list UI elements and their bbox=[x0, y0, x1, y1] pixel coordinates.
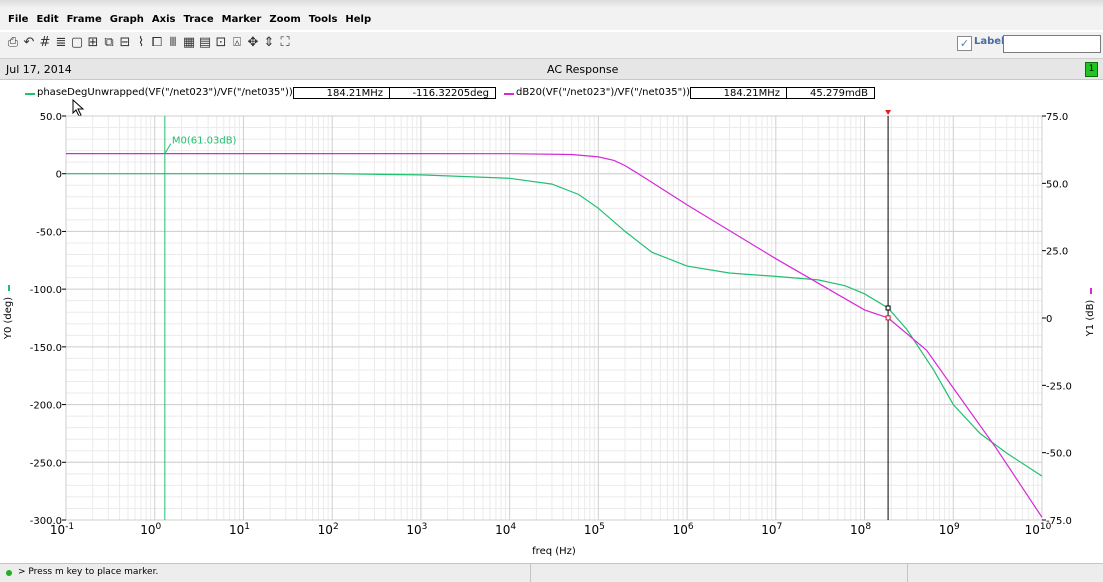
menu-tools[interactable]: Tools bbox=[305, 14, 342, 25]
y-left-tick-label: -50.0 bbox=[36, 227, 62, 238]
legend-swatch-db bbox=[504, 93, 514, 95]
menu-file[interactable]: File bbox=[4, 14, 32, 25]
menu-trace[interactable]: Trace bbox=[180, 14, 218, 25]
date-text: Jul 17, 2014 bbox=[6, 63, 72, 76]
cursor-point bbox=[885, 315, 891, 321]
legend-freq-db: 184.21MHz bbox=[690, 87, 787, 99]
x-tick-label: 100 bbox=[140, 522, 161, 537]
y-left-tick-label: -100.0 bbox=[30, 285, 62, 296]
x-tick-label: 101 bbox=[229, 522, 250, 537]
legend-value-phase: -116.32205deg bbox=[389, 87, 496, 99]
x-axis-label: freq (Hz) bbox=[532, 546, 576, 557]
y-right-tick-label: -50.0 bbox=[1046, 449, 1072, 460]
y-right-tick-label: -75.0 bbox=[1046, 516, 1072, 527]
table-icon[interactable]: ▤ bbox=[198, 36, 212, 50]
crosshair-icon[interactable]: ✥ bbox=[246, 36, 260, 50]
cursor-handle-icon bbox=[885, 110, 892, 115]
legend-label-db[interactable]: dB20(VF("/net023")/VF("/net035")) bbox=[516, 87, 690, 98]
zoom-fit-icon[interactable]: ⊞ bbox=[86, 36, 100, 50]
trace-icon[interactable]: ⌇ bbox=[134, 36, 148, 50]
fit-icon[interactable]: ⛶ bbox=[278, 36, 292, 50]
toolbar: ⎙ ↶ # ≣ ▢ ⊞ ⧉ ⊟ ⌇ ⧠ 𝍫 ▦ ▤ ⊡ ⍓ ✥ ⇕ ⛶ ✓ Label bbox=[0, 32, 1103, 59]
paste-icon[interactable]: ⊟ bbox=[118, 36, 132, 50]
menu-help[interactable]: Help bbox=[341, 14, 375, 25]
status-message: > Press m key to place marker. bbox=[18, 567, 159, 577]
title-strip bbox=[0, 0, 1103, 8]
box-icon[interactable]: ▢ bbox=[70, 36, 84, 50]
status-dot-icon bbox=[6, 570, 12, 576]
menu-frame[interactable]: Frame bbox=[63, 14, 106, 25]
menu-axis[interactable]: Axis bbox=[148, 14, 180, 25]
ac-response-chart[interactable]: 10-1 100 101 102 103 104 105 106 107 108 109 101050… bbox=[0, 104, 1103, 563]
strips-icon[interactable]: ≣ bbox=[54, 36, 68, 50]
print-icon[interactable]: ⎙ bbox=[6, 36, 20, 50]
x-tick-label: 102 bbox=[318, 522, 339, 537]
menu-zoom[interactable]: Zoom bbox=[265, 14, 304, 25]
info-bar: Jul 17, 2014 AC Response 1 bbox=[0, 59, 1103, 80]
y-left-tick-label: 0 bbox=[56, 170, 62, 181]
y-left-tick-label: -200.0 bbox=[30, 401, 62, 412]
x-tick-label: 107 bbox=[761, 522, 782, 537]
label-checkbox[interactable]: ✓ bbox=[957, 36, 972, 51]
y-left-tick-label: -150.0 bbox=[30, 343, 62, 354]
plot-area bbox=[65, 115, 1043, 521]
y-right-axis-label: Y1 (dB) bbox=[1085, 300, 1096, 338]
legend-value-db: 45.279mdB bbox=[786, 87, 875, 99]
y-left-axis-label: Y0 (deg) bbox=[3, 297, 14, 340]
x-tick-label: 103 bbox=[406, 522, 427, 537]
subwin-icon[interactable]: ⧠ bbox=[150, 36, 164, 50]
label-checkbox-text: Label bbox=[974, 36, 1005, 47]
cursor-point bbox=[885, 305, 891, 311]
y-right-tick-label: 50.0 bbox=[1046, 179, 1068, 190]
y-left-tick-label: -300.0 bbox=[30, 516, 62, 527]
marker-icon[interactable]: ⍓ bbox=[230, 36, 244, 50]
label-input[interactable] bbox=[1003, 35, 1101, 53]
delta-icon[interactable]: ⇕ bbox=[262, 36, 276, 50]
menu-items: File Edit Frame Graph Axis Trace Marker Zoom Too… bbox=[4, 14, 375, 25]
x-tick-label: 104 bbox=[495, 522, 516, 537]
calc-icon[interactable]: ⊡ bbox=[214, 36, 228, 50]
legend-label-phase[interactable]: phaseDegUnwrapped(VF("/net023")/VF("/net… bbox=[37, 87, 293, 98]
x-tick-label: 108 bbox=[850, 522, 871, 537]
menu-bar: File Edit Frame Graph Axis Trace Marker Zoom Too… bbox=[0, 0, 1103, 30]
menu-edit[interactable]: Edit bbox=[32, 14, 62, 25]
copy-icon[interactable]: ⧉ bbox=[102, 36, 116, 50]
undo-icon[interactable]: ↶ bbox=[22, 36, 36, 50]
legend-freq-phase: 184.21MHz bbox=[293, 87, 390, 99]
grid-icon[interactable]: # bbox=[38, 36, 52, 50]
menu-marker[interactable]: Marker bbox=[218, 14, 266, 25]
status-separator bbox=[907, 564, 908, 582]
y-left-tick-label: 50.0 bbox=[40, 112, 62, 123]
x-tick-label: 105 bbox=[584, 522, 605, 537]
y-right-tick-label: 75.0 bbox=[1046, 112, 1068, 123]
x-tick-label: 109 bbox=[939, 522, 960, 537]
axis-icon[interactable]: 𝍫 bbox=[166, 36, 180, 50]
status-bar: > Press m key to place marker. bbox=[0, 563, 1103, 582]
x-tick-label: 106 bbox=[673, 522, 694, 537]
legend: phaseDegUnwrapped(VF("/net023")/VF("/net… bbox=[0, 86, 1103, 102]
y-right-tick-label: -25.0 bbox=[1046, 381, 1072, 392]
y-right-tick-label: 25.0 bbox=[1046, 247, 1068, 258]
status-badge[interactable]: 1 bbox=[1085, 62, 1098, 77]
y-left-tick-label: -250.0 bbox=[30, 458, 62, 469]
chart-icon[interactable]: ▦ bbox=[182, 36, 196, 50]
status-separator bbox=[530, 564, 531, 582]
marker-label: M0(61.03dB) bbox=[172, 136, 237, 147]
y-right-tick-label: 0 bbox=[1046, 314, 1052, 325]
plot-title: AC Response bbox=[547, 63, 619, 76]
menu-graph[interactable]: Graph bbox=[106, 14, 148, 25]
legend-swatch-phase bbox=[25, 93, 35, 95]
